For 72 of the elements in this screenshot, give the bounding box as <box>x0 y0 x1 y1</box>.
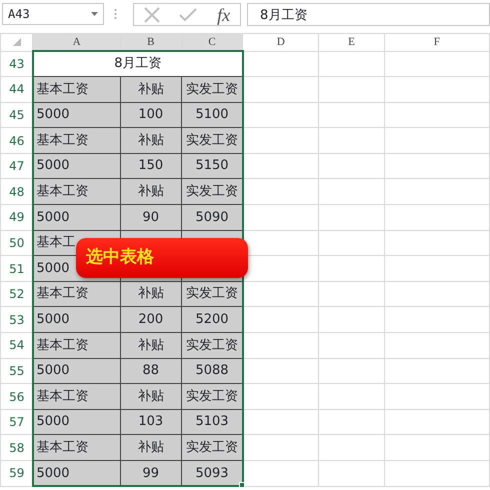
table-cell: 实发工资 <box>181 178 243 205</box>
column-header[interactable]: A <box>32 34 120 51</box>
table-cell: 实发工资 <box>181 76 243 102</box>
table-cell: 补贴 <box>120 434 182 460</box>
row-header[interactable]: 45 <box>0 102 33 128</box>
row-header[interactable]: 53 <box>0 306 33 333</box>
row-header[interactable]: 55 <box>0 358 33 384</box>
table-cell: 5200 <box>181 306 243 333</box>
table-cell: 实发工资 <box>181 281 243 307</box>
row-header[interactable]: 52 <box>0 281 33 307</box>
table-cell: 150 <box>120 153 182 179</box>
dropdown-icon[interactable] <box>91 12 98 16</box>
row-header[interactable]: 47 <box>0 153 33 179</box>
table-cell: 补贴 <box>120 281 182 307</box>
column-header[interactable]: C <box>181 34 243 51</box>
table-cell: 5000 <box>32 153 120 179</box>
table-cell: 补贴 <box>120 332 182 358</box>
table-cell: 实发工资 <box>181 434 243 460</box>
table-cell: 5100 <box>181 102 243 128</box>
table-cell: 实发工资 <box>181 128 243 154</box>
table-cell: 90 <box>120 204 182 230</box>
table-cell: 基本工资 <box>32 434 120 460</box>
column-header[interactable]: E <box>318 34 384 51</box>
column-header[interactable]: B <box>120 34 182 51</box>
row-header[interactable]: 59 <box>0 460 33 486</box>
table-cell: 基本工资 <box>32 178 120 205</box>
row-header[interactable]: 48 <box>0 178 33 205</box>
row-header[interactable]: 51 <box>0 256 33 282</box>
table-cell: 实发工资 <box>181 332 243 358</box>
table-cell: 补贴 <box>120 76 182 102</box>
column-header[interactable]: F <box>384 34 490 51</box>
table-cell: 基本工资 <box>32 332 120 358</box>
insert-function-button[interactable]: fx <box>217 6 230 24</box>
row-header[interactable]: 56 <box>0 384 33 410</box>
grip-icon <box>114 8 117 20</box>
row-header[interactable]: 57 <box>0 409 33 435</box>
table-cell: 5000 <box>32 409 120 435</box>
table-cell: 补贴 <box>120 178 182 205</box>
row-header[interactable]: 46 <box>0 128 33 154</box>
table-cell: 实发工资 <box>181 384 243 410</box>
table-cell: 基本工资 <box>32 384 120 410</box>
row-header[interactable]: 58 <box>0 434 33 460</box>
table-cell: 补贴 <box>120 384 182 410</box>
table-cell: 5000 <box>32 306 120 333</box>
table-cell: 5090 <box>181 204 243 230</box>
check-icon[interactable] <box>179 8 198 22</box>
table-cell: 补贴 <box>120 128 182 154</box>
name-box[interactable]: A43 <box>2 3 104 25</box>
table-cell: 5103 <box>181 409 243 435</box>
row-header[interactable]: 44 <box>0 76 33 102</box>
table-cell: 5000 <box>32 102 120 128</box>
table-cell: 5088 <box>181 358 243 384</box>
table-cell: 99 <box>120 460 182 486</box>
column-header[interactable]: D <box>242 34 319 51</box>
table-cell: 5000 <box>32 204 120 230</box>
table-cell: 200 <box>120 306 182 333</box>
row-header[interactable]: 54 <box>0 332 33 358</box>
row-header[interactable]: 49 <box>0 204 33 230</box>
table-cell: 5000 <box>32 460 120 486</box>
row-header[interactable]: 50 <box>0 230 33 256</box>
table-cell: 88 <box>120 358 182 384</box>
table-cell: 基本工资 <box>32 128 120 154</box>
table-cell: 5000 <box>32 358 120 384</box>
table-cell: 100 <box>120 102 182 128</box>
table-cell: 基本工资 <box>32 281 120 307</box>
select-all-icon[interactable] <box>12 38 21 46</box>
table-cell: 基本工资 <box>32 76 120 102</box>
table-cell: 5150 <box>181 153 243 179</box>
table-cell: 103 <box>120 409 182 435</box>
row-header[interactable]: 43 <box>0 51 33 77</box>
formula-field[interactable]: 8月工资 <box>247 3 490 26</box>
cancel-icon[interactable] <box>144 6 160 22</box>
